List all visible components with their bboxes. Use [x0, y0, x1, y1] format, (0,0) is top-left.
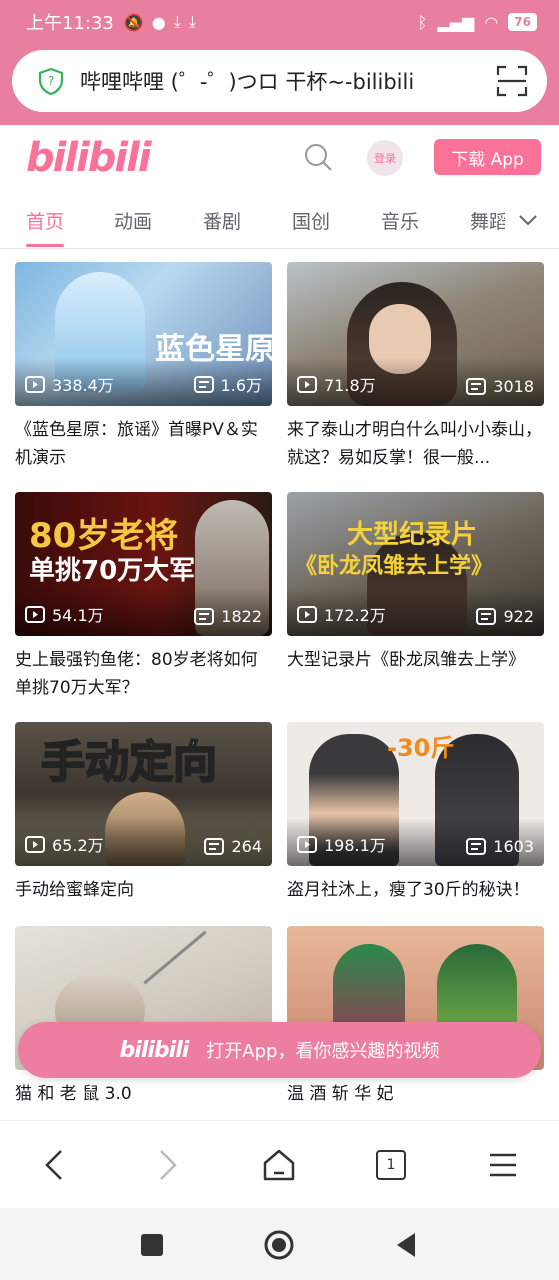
home-icon: [263, 1149, 295, 1181]
video-thumbnail[interactable]: 手动定向 65.2万 264: [15, 722, 272, 866]
login-button[interactable]: 登录: [367, 140, 403, 176]
bilibili-logo[interactable]: bilibili: [26, 135, 152, 181]
chevron-left-icon: [45, 1150, 62, 1180]
address-bar[interactable]: ? 哔哩哔哩 (゜-゜)つロ 干杯~-bilibili: [12, 50, 547, 112]
home-button[interactable]: [259, 1145, 299, 1185]
browser-toolbar: ? 哔哩哔哩 (゜-゜)つロ 干杯~-bilibili: [0, 44, 559, 125]
chevron-down-icon: [519, 215, 537, 226]
thumbnail-overlay-text: 手动定向: [40, 736, 218, 789]
danmaku-count: 922: [476, 607, 534, 626]
video-title[interactable]: 盗月社沐上，瘦了30斤的秘诀！: [287, 876, 544, 932]
wifi-icon: ◠: [484, 12, 499, 32]
expand-tabs-button[interactable]: [508, 205, 548, 235]
scan-icon[interactable]: [495, 64, 529, 98]
video-card[interactable]: 蓝色星原 338.4万 1.6万 《蓝色星原：旅谣》首曝PV＆实机演示: [15, 262, 272, 472]
back-triangle-icon[interactable]: [391, 1230, 421, 1260]
tab-anime[interactable]: 动画: [114, 207, 152, 234]
download-done-icon: ⤓: [173, 12, 181, 31]
battery-icon: 76: [508, 13, 537, 31]
download-done-icon: ⤓: [188, 12, 196, 31]
view-count: 198.1万: [297, 832, 386, 856]
address-text[interactable]: 哔哩哔哩 (゜-゜)つロ 干杯~-bilibili: [80, 66, 485, 96]
danmaku-icon: [204, 838, 225, 855]
video-thumbnail[interactable]: 71.8万 3018: [287, 262, 544, 406]
status-bar: 上午11:33 🔕 ● ⤓ ⤓ ᛒ ▂▄▆ ◠ 76: [0, 0, 559, 44]
security-shield-icon[interactable]: ?: [38, 67, 64, 95]
video-thumbnail[interactable]: -30斤 198.1万 1603: [287, 722, 544, 866]
play-count-icon: [297, 605, 317, 623]
bilibili-logo: bilibili: [119, 1037, 190, 1063]
thumbnail-overlay-subtext: 单挑70万大军: [29, 556, 196, 586]
system-navigation-bar: [0, 1208, 559, 1280]
danmaku-count: 1.6万: [193, 372, 262, 396]
play-count-icon: [25, 835, 45, 853]
view-count: 65.2万: [25, 832, 104, 856]
video-card[interactable]: -30斤 198.1万 1603 盗月社沐上，瘦了30斤的秘诀！: [287, 722, 544, 932]
thumbnail-overlay-subtext: 《卧龙凤雏去上学》: [295, 554, 494, 579]
video-thumbnail[interactable]: 蓝色星原 338.4万 1.6万: [15, 262, 272, 406]
video-card[interactable]: 手动定向 65.2万 264 手动给蜜蜂定向: [15, 722, 272, 932]
video-card[interactable]: 大型纪录片 《卧龙凤雏去上学》 172.2万 922 大型记录片《卧龙凤雏去上学…: [287, 492, 544, 702]
category-tabs: 首页 动画 番剧 国创 音乐 舞蹈: [0, 191, 559, 249]
video-title[interactable]: 《蓝色星原：旅谣》首曝PV＆实机演示: [15, 416, 272, 472]
danmaku-icon: [476, 608, 497, 625]
recent-apps-icon[interactable]: [137, 1230, 167, 1260]
download-app-button[interactable]: 下载 App: [434, 139, 541, 175]
view-count: 54.1万: [25, 602, 104, 626]
tab-bangumi[interactable]: 番剧: [203, 207, 241, 234]
status-time: 上午11:33: [26, 13, 114, 34]
tab-count: 1: [376, 1150, 406, 1180]
signal-icon: ▂▄▆: [437, 12, 475, 32]
play-count-icon: [25, 605, 45, 623]
thumbnail-overlay-text: 大型纪录片: [347, 520, 478, 550]
forward-button[interactable]: [148, 1145, 188, 1185]
video-card[interactable]: 71.8万 3018 来了泰山才明白什么叫小小泰山，就这？易如反掌！很一般...: [287, 262, 544, 472]
video-thumbnail[interactable]: 大型纪录片 《卧龙凤雏去上学》 172.2万 922: [287, 492, 544, 636]
search-icon[interactable]: [303, 142, 333, 172]
video-title[interactable]: 手动给蜜蜂定向: [15, 876, 272, 932]
video-thumbnail[interactable]: 80岁老将 单挑70万大军 54.1万 1822: [15, 492, 272, 636]
site-header: bilibili 登录 下载 App: [0, 125, 559, 191]
danmaku-icon: [466, 838, 487, 855]
tab-music[interactable]: 音乐: [381, 207, 419, 234]
active-tab-indicator: [26, 244, 64, 247]
danmaku-count: 3018: [466, 377, 534, 396]
menu-button[interactable]: [483, 1145, 523, 1185]
danmaku-icon: [193, 375, 214, 393]
browser-bottom-bar: 1: [0, 1120, 559, 1208]
play-count-icon: [297, 835, 317, 853]
danmaku-icon: [466, 378, 487, 395]
tab-home[interactable]: 首页: [26, 207, 64, 234]
danmaku-count: 264: [204, 837, 262, 856]
play-count-icon: [25, 375, 45, 393]
danmaku-count: 1822: [194, 607, 262, 626]
view-count: 172.2万: [297, 602, 386, 626]
open-app-button[interactable]: bilibili 打开App，看你感兴趣的视频: [18, 1022, 541, 1078]
open-app-label: 打开App，看你感兴趣的视频: [206, 1041, 440, 1062]
play-count-icon: [297, 375, 317, 393]
hamburger-menu-icon: [490, 1153, 516, 1177]
status-notification-icons: 🔕 ● ⤓ ⤓: [124, 12, 196, 32]
tab-dance[interactable]: 舞蹈: [470, 207, 505, 234]
tabs-button[interactable]: 1: [371, 1145, 411, 1185]
video-title[interactable]: 大型记录片《卧龙凤雏去上学》: [287, 646, 544, 702]
video-title[interactable]: 来了泰山才明白什么叫小小泰山，就这？易如反掌！很一般...: [287, 416, 544, 472]
mute-icon: 🔕: [123, 12, 144, 32]
view-count: 71.8万: [297, 372, 376, 396]
bluetooth-icon: ᛒ: [417, 12, 428, 32]
video-title[interactable]: 史上最强钓鱼佬：80岁老将如何单挑70万大军？: [15, 646, 272, 702]
video-card[interactable]: 80岁老将 单挑70万大军 54.1万 1822 史上最强钓鱼佬：80岁老将如何…: [15, 492, 272, 702]
svg-text:?: ?: [48, 74, 54, 88]
tab-guochuang[interactable]: 国创: [292, 207, 330, 234]
home-circle-icon[interactable]: [264, 1230, 294, 1260]
danmaku-icon: [194, 608, 215, 625]
back-button[interactable]: [34, 1145, 74, 1185]
chevron-right-icon: [160, 1150, 177, 1180]
thumbnail-overlay-text: -30斤: [387, 734, 455, 762]
danmaku-count: 1603: [466, 837, 534, 856]
chat-icon: ●: [151, 12, 166, 32]
view-count: 338.4万: [25, 372, 114, 396]
